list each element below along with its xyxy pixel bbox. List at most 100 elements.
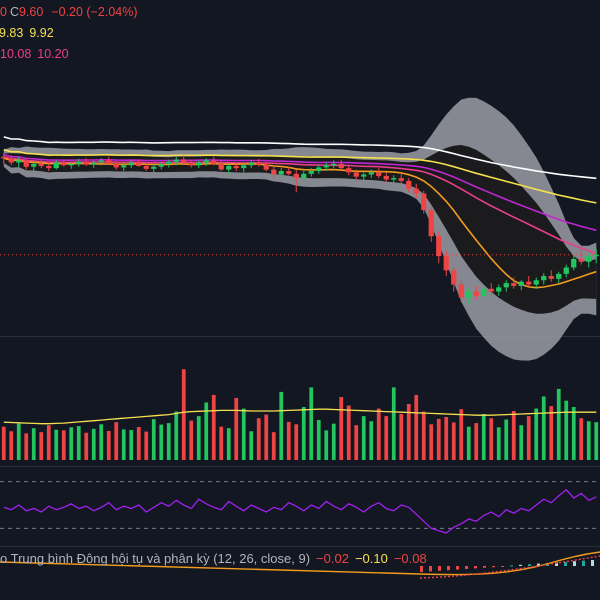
volume-bar bbox=[339, 397, 344, 460]
volume-bar bbox=[301, 407, 306, 460]
candle-body bbox=[241, 165, 247, 169]
volume-bar bbox=[324, 430, 329, 460]
volume-bar bbox=[99, 424, 104, 460]
candle-body bbox=[136, 162, 142, 166]
candle-body bbox=[436, 236, 442, 257]
candle-body bbox=[458, 284, 464, 298]
volume-bar bbox=[54, 429, 59, 460]
candle-body bbox=[158, 163, 164, 167]
candle-body bbox=[181, 159, 187, 163]
volume-bar bbox=[286, 421, 291, 460]
candle-body bbox=[263, 164, 269, 170]
macd-hist-bar bbox=[510, 565, 513, 567]
candle-body bbox=[16, 160, 22, 163]
volume-bar bbox=[84, 432, 89, 460]
volume-bar bbox=[166, 423, 171, 460]
volume-bar bbox=[519, 425, 524, 460]
candle-body bbox=[346, 168, 352, 173]
candle-body bbox=[533, 280, 539, 285]
volume-bar bbox=[556, 388, 561, 460]
volume-bar bbox=[189, 420, 194, 460]
candle-body bbox=[106, 160, 112, 164]
volume-bar bbox=[346, 405, 351, 460]
candle-body bbox=[76, 161, 82, 164]
volume-bar bbox=[234, 397, 239, 460]
volume-bar bbox=[421, 411, 426, 460]
candle-body bbox=[128, 162, 134, 166]
volume-bar bbox=[376, 408, 381, 460]
volume-bar bbox=[594, 422, 599, 460]
volume-bar bbox=[16, 423, 21, 460]
macd-title: o Trung bình Động hội tụ và phân kỳ (12,… bbox=[0, 551, 311, 566]
volume-bar bbox=[159, 424, 164, 460]
volume-bar bbox=[226, 428, 231, 460]
candle-body bbox=[166, 161, 172, 164]
candle-body bbox=[211, 160, 217, 164]
candle-body bbox=[391, 178, 397, 180]
candle-body bbox=[121, 165, 127, 168]
volume-bar bbox=[369, 421, 374, 460]
candle-body bbox=[578, 258, 584, 262]
volume-bar bbox=[264, 414, 269, 460]
candle-body bbox=[586, 256, 592, 262]
volume-bar bbox=[249, 431, 254, 460]
macd-hist-bar bbox=[465, 566, 468, 569]
candle-body bbox=[428, 210, 434, 237]
volume-bar bbox=[571, 407, 576, 460]
volume-bar bbox=[241, 408, 246, 460]
volume-bar bbox=[504, 419, 509, 460]
candle-body bbox=[503, 283, 509, 288]
chart-canvas[interactable] bbox=[0, 0, 600, 600]
candle-body bbox=[376, 172, 382, 176]
candle-body bbox=[443, 256, 449, 271]
volume-bar bbox=[219, 426, 224, 460]
volume-bar bbox=[279, 391, 284, 460]
candle-body bbox=[518, 281, 524, 286]
candle-body bbox=[571, 258, 577, 268]
volume-bar bbox=[444, 417, 449, 460]
volume-bar bbox=[151, 419, 156, 460]
volume-bar bbox=[9, 431, 14, 460]
volume-bar bbox=[309, 387, 314, 460]
macd-hist-bar bbox=[483, 566, 486, 568]
candle-body bbox=[563, 267, 569, 274]
volume-pane bbox=[1, 369, 599, 460]
volume-bar bbox=[481, 414, 486, 460]
candle-body bbox=[143, 166, 149, 169]
candle-body bbox=[451, 270, 457, 285]
candle-body bbox=[301, 173, 307, 179]
candle-body bbox=[151, 166, 157, 169]
volume-bar bbox=[331, 423, 336, 460]
candle-body bbox=[98, 160, 104, 163]
volume-bar bbox=[114, 422, 119, 460]
volume-bar bbox=[436, 418, 441, 460]
volume-bar bbox=[526, 416, 531, 460]
volume-bar bbox=[354, 425, 359, 460]
candle-body bbox=[413, 188, 419, 194]
volume-bar bbox=[399, 414, 404, 460]
volume-bar bbox=[414, 394, 419, 460]
candle-body bbox=[308, 170, 314, 174]
volume-bar bbox=[24, 433, 29, 460]
candle-body bbox=[68, 163, 74, 166]
candle-body bbox=[541, 276, 547, 281]
candle-body bbox=[248, 162, 254, 166]
candle-body bbox=[113, 163, 119, 168]
volume-bar bbox=[91, 428, 96, 460]
volume-bar bbox=[466, 426, 471, 460]
candle-body bbox=[218, 163, 224, 170]
candle-body bbox=[361, 174, 367, 177]
volume-bar bbox=[534, 408, 539, 460]
candle-body bbox=[323, 165, 329, 168]
candle-body bbox=[556, 273, 562, 279]
candle-body bbox=[271, 169, 277, 175]
volume-bar bbox=[489, 418, 494, 460]
price-pane bbox=[0, 97, 600, 361]
candle-body bbox=[83, 161, 89, 165]
candle-body bbox=[1, 156, 7, 159]
candle-body bbox=[46, 166, 52, 169]
volume-bar bbox=[541, 396, 546, 460]
volume-bar bbox=[549, 406, 554, 460]
candle-body bbox=[406, 180, 412, 189]
candle-body bbox=[496, 287, 502, 292]
